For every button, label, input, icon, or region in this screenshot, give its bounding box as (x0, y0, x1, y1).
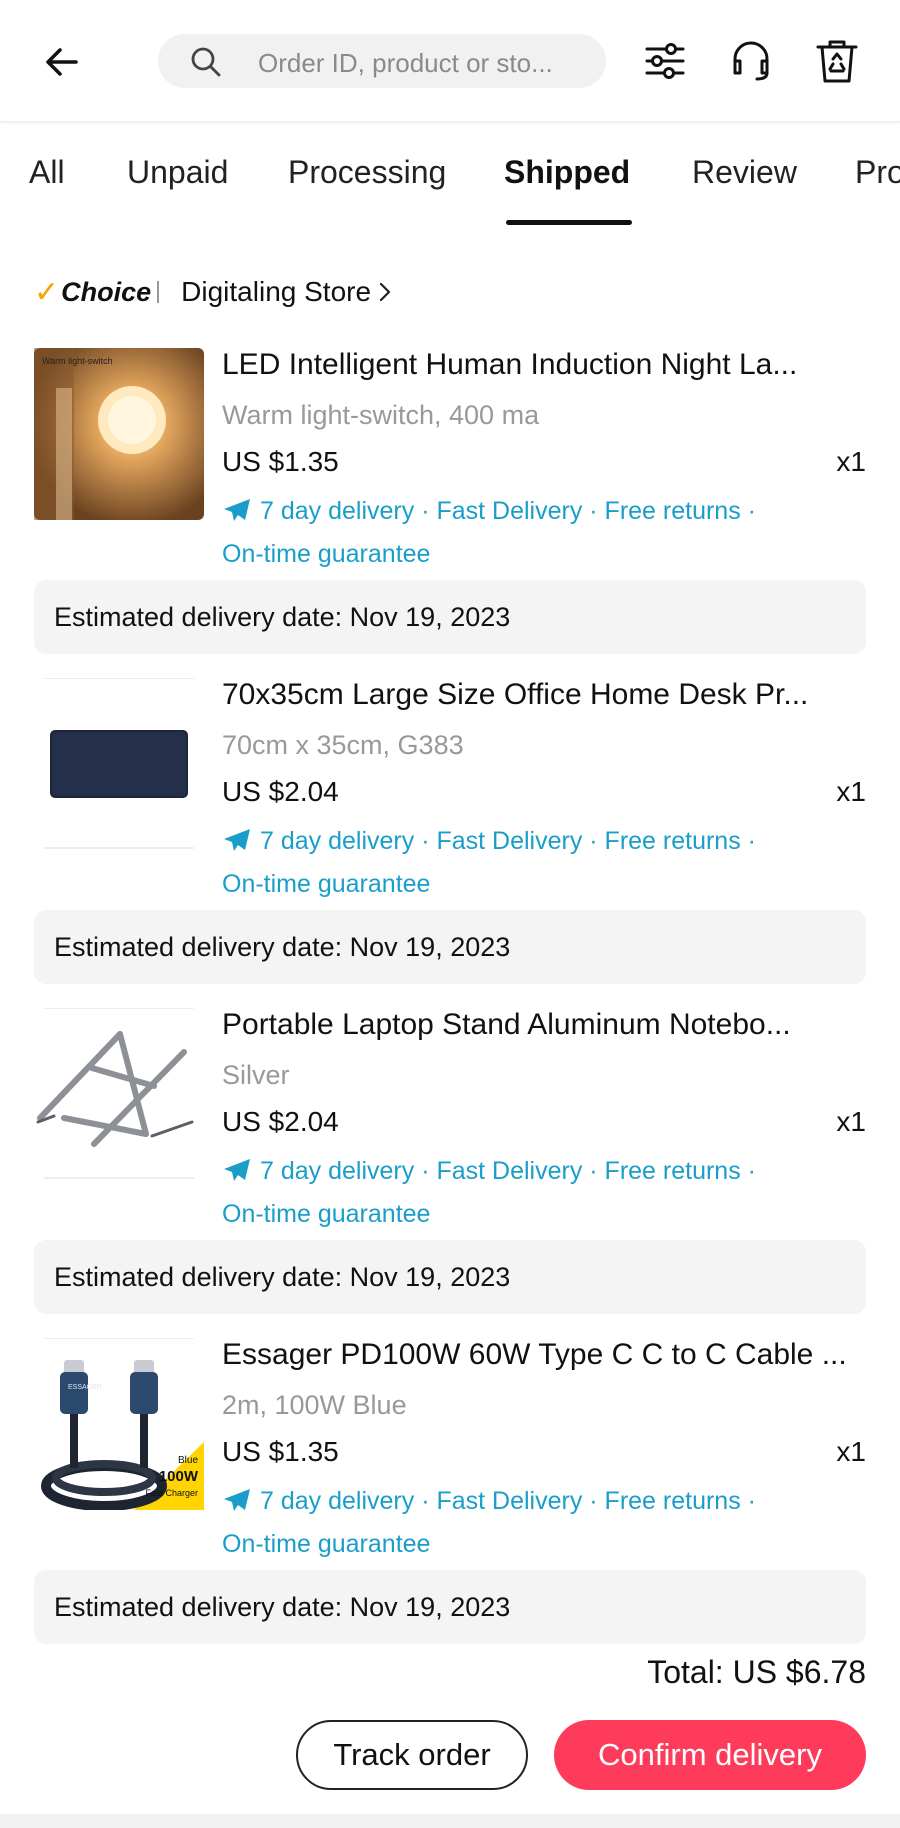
search-input[interactable]: Order ID, product or sto... (158, 34, 606, 88)
product-quantity: x1 (836, 776, 866, 807)
airplane-icon (224, 829, 250, 851)
perks-line-2: On-time guarantee (222, 1530, 431, 1558)
order-item[interactable]: 70x35cm Large Size Office Home Desk Pr..… (34, 678, 866, 908)
estimated-delivery: Estimated delivery date: Nov 19, 2023 (34, 1570, 866, 1644)
tab-pro[interactable]: Pro (855, 154, 900, 191)
choice-label: Choice (61, 276, 152, 307)
tab-unpaid[interactable]: Unpaid (127, 154, 228, 191)
product-title[interactable]: LED Intelligent Human Induction Night La… (222, 348, 866, 382)
choice-badge: ✓ Choice (34, 275, 151, 310)
product-variant: Silver (222, 1060, 290, 1090)
top-bar: Order ID, product or sto... (0, 0, 900, 122)
filter-button[interactable] (638, 34, 692, 88)
product-price: US $2.04 (222, 1106, 339, 1137)
product-variant: 2m, 100W Blue (222, 1390, 407, 1420)
estimated-delivery: Estimated delivery date: Nov 19, 2023 (34, 910, 866, 984)
product-image-desk-pad[interactable] (34, 678, 204, 850)
support-button[interactable] (724, 34, 778, 88)
thumb-badge-top: Blue (177, 1455, 198, 1466)
thumb-badge-main: 100W (158, 1468, 198, 1485)
track-order-button[interactable]: Track order (296, 1720, 528, 1790)
recycle-bin-icon (816, 40, 858, 83)
estimated-delivery: Estimated delivery date: Nov 19, 2023 (34, 1240, 866, 1314)
airplane-icon (224, 499, 250, 521)
recycle-bin-button[interactable] (810, 34, 864, 88)
bottom-divider (0, 1814, 900, 1828)
product-title[interactable]: Portable Laptop Stand Aluminum Notebo... (222, 1008, 866, 1042)
delivery-perks: 7 day delivery · Fast Delivery · Free re… (222, 1150, 822, 1236)
product-variant: Warm light-switch, 400 ma (222, 400, 540, 430)
checkmark-icon: ✓ (34, 275, 60, 309)
airplane-icon (224, 1489, 250, 1511)
store-name[interactable]: Digitaling Store (181, 276, 371, 308)
headset-icon (733, 41, 769, 81)
product-price: US $2.04 (222, 776, 339, 807)
active-tab-indicator (506, 220, 632, 225)
perks-line-1: 7 day delivery · Fast Delivery · Free re… (260, 497, 756, 525)
order-item[interactable]: Portable Laptop Stand Aluminum Notebo...… (34, 1008, 866, 1238)
product-image-usb-cable[interactable]: ESSAGER Blue 100W Fast Charger (34, 1338, 204, 1510)
order-item[interactable]: ESSAGER Blue 100W Fast Charger Essager P… (34, 1338, 866, 1568)
search-icon (191, 47, 221, 77)
product-quantity: x1 (836, 446, 866, 477)
product-title[interactable]: Essager PD100W 60W Type C C to C Cable .… (222, 1338, 866, 1372)
thumb-badge-sub: Fast Charger (145, 1488, 198, 1498)
perks-line-2: On-time guarantee (222, 540, 431, 568)
product-price: US $1.35 (222, 446, 339, 477)
divider (157, 281, 160, 303)
tab-review[interactable]: Review (692, 154, 797, 191)
store-header[interactable]: ✓ Choice Digitaling Store (34, 272, 393, 312)
order-total: Total: US $6.78 (647, 1654, 866, 1690)
delivery-perks: 7 day delivery · Fast Delivery · Free re… (222, 490, 822, 576)
perks-line-1: 7 day delivery · Fast Delivery · Free re… (260, 1487, 756, 1515)
tab-processing[interactable]: Processing (288, 154, 446, 191)
product-image-laptop-stand[interactable] (34, 1008, 204, 1180)
product-title[interactable]: 70x35cm Large Size Office Home Desk Pr..… (222, 678, 866, 712)
product-quantity: x1 (836, 1436, 866, 1467)
order-item[interactable]: Warm light-switch LED Intelligent Human … (34, 348, 866, 578)
delivery-perks: 7 day delivery · Fast Delivery · Free re… (222, 820, 822, 906)
perks-line-1: 7 day delivery · Fast Delivery · Free re… (260, 827, 756, 855)
back-button[interactable] (36, 36, 88, 88)
perks-line-2: On-time guarantee (222, 870, 431, 898)
estimated-delivery: Estimated delivery date: Nov 19, 2023 (34, 580, 866, 654)
perks-line-1: 7 day delivery · Fast Delivery · Free re… (260, 1157, 756, 1185)
product-price: US $1.35 (222, 1436, 339, 1467)
back-arrow-icon (46, 48, 78, 76)
tab-shipped[interactable]: Shipped (504, 154, 630, 191)
tab-all[interactable]: All (29, 154, 65, 191)
thumb-caption: Warm light-switch (42, 356, 113, 366)
delivery-perks: 7 day delivery · Fast Delivery · Free re… (222, 1480, 822, 1566)
product-quantity: x1 (836, 1106, 866, 1137)
chevron-right-icon (379, 282, 391, 302)
thumb-brand: ESSAGER (68, 1384, 102, 1391)
product-variant: 70cm x 35cm, G383 (222, 730, 464, 760)
airplane-icon (224, 1159, 250, 1181)
product-image-night-light[interactable]: Warm light-switch (34, 348, 204, 520)
order-status-tabs: All Unpaid Processing Shipped Review Pro (0, 124, 900, 228)
search-placeholder: Order ID, product or sto... (258, 48, 553, 78)
perks-line-2: On-time guarantee (222, 1200, 431, 1228)
confirm-delivery-button[interactable]: Confirm delivery (554, 1720, 866, 1790)
filter-icon (645, 43, 685, 79)
